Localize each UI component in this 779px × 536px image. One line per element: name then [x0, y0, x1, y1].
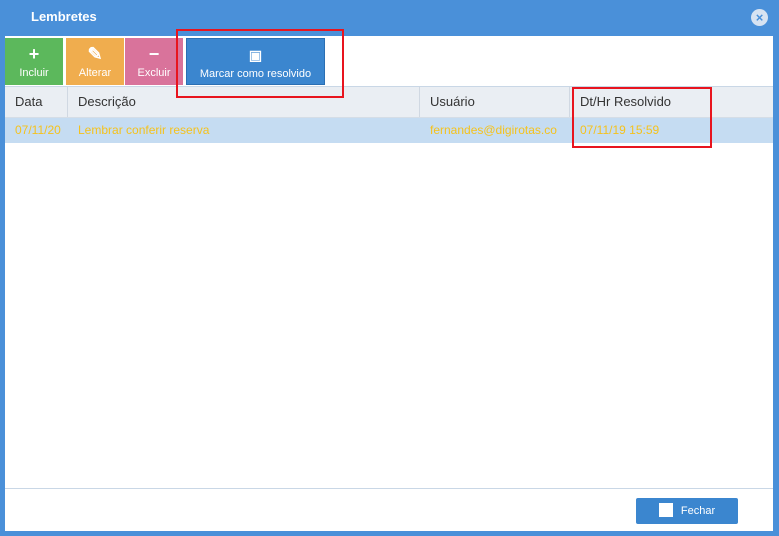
- minus-icon: −: [148, 44, 160, 64]
- incluir-button[interactable]: + Incluir: [5, 38, 63, 85]
- cell-descricao: Lembrar conferir reserva: [78, 123, 210, 137]
- excluir-label: Excluir: [137, 67, 171, 79]
- close-icon[interactable]: ×: [751, 9, 768, 26]
- highlight-resolvido-box: [572, 87, 712, 148]
- exit-door-icon: [658, 503, 673, 518]
- fechar-label: Fechar: [680, 505, 716, 517]
- fechar-button[interactable]: Fechar: [636, 498, 738, 524]
- excluir-button[interactable]: − Excluir: [125, 38, 183, 85]
- window-title: Lembretes: [31, 9, 97, 24]
- toolbar: + Incluir ✎ Alterar − Excluir ▣ Marcar c…: [5, 36, 773, 86]
- highlight-marcar-box: [176, 29, 344, 98]
- column-header-data[interactable]: Data: [5, 87, 68, 117]
- incluir-label: Incluir: [19, 67, 49, 79]
- alterar-button[interactable]: ✎ Alterar: [66, 38, 124, 85]
- cell-usuario: fernandes@digirotas.co: [430, 123, 557, 137]
- title-bar: Lembretes ×: [0, 0, 779, 34]
- column-header-usuario[interactable]: Usuário: [420, 87, 570, 117]
- lembretes-window: Lembretes × + Incluir ✎ Alterar − Exclui…: [0, 0, 779, 536]
- alterar-label: Alterar: [78, 67, 112, 79]
- cell-data: 07/11/20: [15, 123, 61, 137]
- edit-icon: ✎: [87, 44, 103, 64]
- footer: Fechar: [5, 488, 773, 531]
- plus-icon: +: [28, 44, 40, 64]
